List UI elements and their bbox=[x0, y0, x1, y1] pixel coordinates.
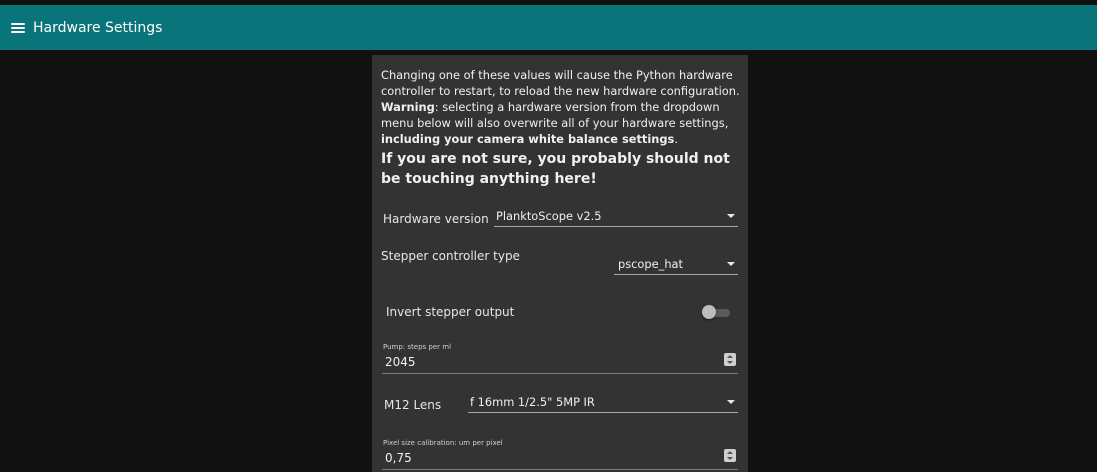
chevron-down-icon bbox=[727, 214, 735, 218]
pixel-size-field[interactable]: Pixel size calibration: um per pixel 0,7… bbox=[382, 439, 738, 470]
menu-icon[interactable] bbox=[11, 22, 25, 33]
lens-value: f 16mm 1/2.5" 5MP IR bbox=[470, 395, 595, 409]
warning-end: . bbox=[674, 132, 678, 146]
chevron-down-icon bbox=[727, 262, 735, 266]
restart-notice-text: Changing one of these values will cause … bbox=[381, 68, 740, 98]
warning-emphasis: including your camera white balance sett… bbox=[381, 132, 675, 146]
stepper-type-value: pscope_hat bbox=[618, 257, 683, 271]
toggle-knob bbox=[702, 305, 716, 319]
pump-steps-value: 2045 bbox=[385, 355, 416, 369]
restart-notice: Changing one of these values will cause … bbox=[381, 67, 741, 189]
pixel-size-label: Pixel size calibration: um per pixel bbox=[383, 439, 503, 447]
pump-steps-label: Pump: steps per ml bbox=[383, 343, 452, 351]
app-header: Hardware Settings bbox=[0, 5, 1097, 50]
number-stepper-icon[interactable] bbox=[724, 353, 736, 366]
invert-stepper-label: Invert stepper output bbox=[386, 305, 515, 319]
warning-label: Warning bbox=[381, 100, 435, 114]
warning-text: Warning: selecting a hardware version fr… bbox=[381, 99, 741, 147]
invert-stepper-toggle[interactable] bbox=[702, 305, 730, 319]
pump-steps-field[interactable]: Pump: steps per ml 2045 bbox=[382, 343, 738, 374]
pixel-size-value: 0,75 bbox=[385, 451, 412, 465]
number-stepper-icon[interactable] bbox=[724, 449, 736, 462]
hardware-settings-panel: Changing one of these values will cause … bbox=[372, 55, 748, 472]
hardware-version-select[interactable]: PlanktoScope v2.5 bbox=[494, 208, 738, 227]
stepper-type-select[interactable]: pscope_hat bbox=[614, 256, 738, 275]
strong-warning: If you are not sure, you probably should… bbox=[381, 151, 730, 187]
hardware-version-label: Hardware version bbox=[383, 212, 489, 226]
lens-select[interactable]: f 16mm 1/2.5" 5MP IR bbox=[468, 394, 738, 413]
stepper-type-label: Stepper controller type bbox=[381, 249, 520, 263]
hardware-version-value: PlanktoScope v2.5 bbox=[496, 209, 602, 223]
lens-label: M12 Lens bbox=[384, 398, 442, 412]
page-title: Hardware Settings bbox=[33, 19, 163, 36]
chevron-down-icon bbox=[727, 400, 735, 404]
